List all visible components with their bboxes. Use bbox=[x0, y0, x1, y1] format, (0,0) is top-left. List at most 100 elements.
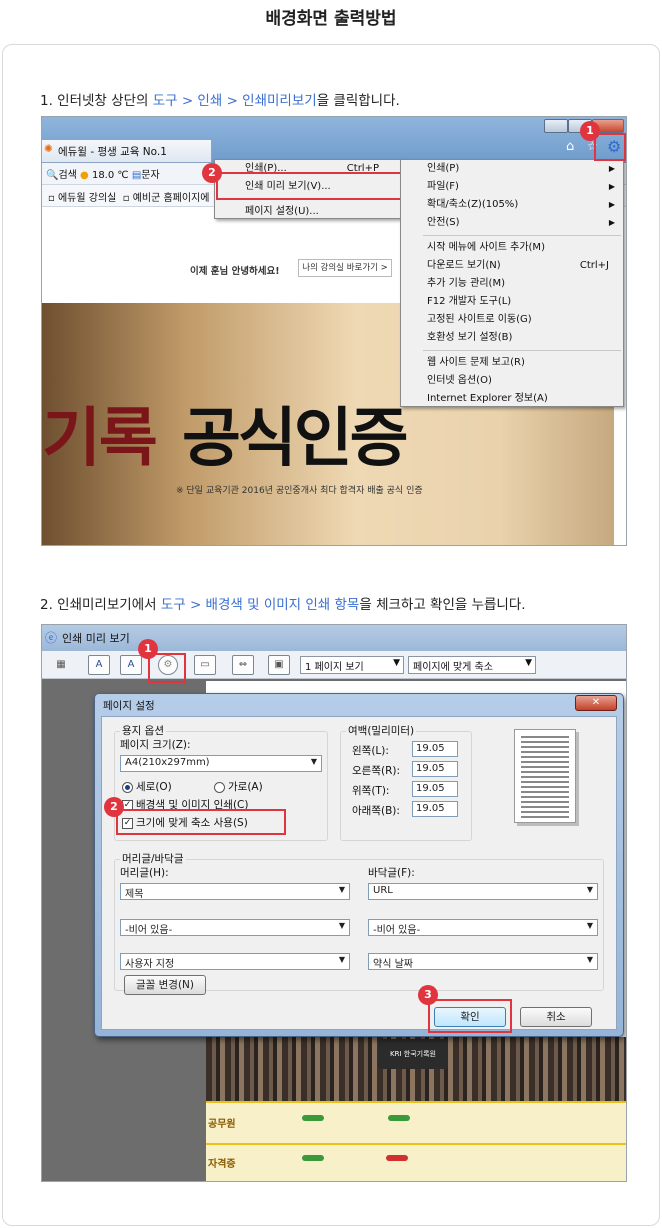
badge-pill bbox=[302, 1115, 324, 1121]
site-favicon: ✺ bbox=[44, 143, 53, 155]
minimize-button[interactable] bbox=[544, 119, 568, 133]
tools-print[interactable]: 인쇄(P) ▶ bbox=[401, 160, 623, 178]
category-row: 자격증 bbox=[206, 1143, 626, 1181]
chevron-down-icon: ▼ bbox=[338, 955, 345, 964]
header-footer-label: 머리글/바닥글 bbox=[120, 851, 186, 866]
change-font-button[interactable]: 글꼴 변경(N) bbox=[124, 975, 206, 995]
printer-icon[interactable]: ▦ bbox=[50, 655, 72, 675]
dialog-body: 용지 옵션 페이지 크기(Z): A4(210x297mm) ▼ 세로(O) 가로… bbox=[101, 716, 617, 1033]
tools-file[interactable]: 파일(F) ▶ bbox=[401, 178, 623, 196]
margin-right-label: 오른쪽(R): bbox=[352, 765, 401, 777]
tools-report-problem[interactable]: 웹 사이트 문제 보고(R) bbox=[401, 354, 623, 372]
portrait-icon[interactable]: A bbox=[88, 655, 110, 675]
margin-left-input[interactable]: 19.05 bbox=[412, 741, 458, 757]
step1-text: 1. 인터넷창 상단의 도구 > 인쇄 > 인쇄미리보기을 클릭합니다. bbox=[40, 89, 400, 109]
preview-line bbox=[521, 746, 569, 748]
submenu-arrow-icon: ▶ bbox=[608, 164, 615, 173]
step-badge-1: 1 bbox=[138, 639, 158, 659]
greeting-text: 이제 훈님 안녕하세요! bbox=[190, 266, 280, 277]
toolbar-text[interactable]: 문자 bbox=[141, 170, 159, 181]
header-select-2[interactable]: -비어 있음- ▼ bbox=[120, 919, 350, 936]
tools-compat-view[interactable]: 호환성 보기 설정(B) bbox=[401, 329, 623, 347]
toolbar-search[interactable]: 검색 bbox=[58, 170, 76, 181]
tools-addons[interactable]: 추가 기능 관리(M) bbox=[401, 275, 623, 293]
step2-suffix: 을 체크하고 확인을 누릅니다. bbox=[359, 597, 526, 613]
tools-print-label: 인쇄(P) bbox=[427, 163, 460, 174]
tools-devtools-label: F12 개발자 도구(L) bbox=[427, 296, 512, 307]
header-value-3: 사용자 지정 bbox=[125, 959, 175, 970]
page-size-label: 페이지 크기(Z): bbox=[120, 739, 191, 751]
preview-category-table: 공무원 자격증 bbox=[206, 1101, 626, 1181]
favorite-icon: ▫ bbox=[48, 193, 55, 204]
landscape-radio[interactable]: 가로(A) bbox=[214, 779, 263, 794]
margin-bottom-label: 아래쪽(B): bbox=[352, 805, 400, 817]
menu-separator bbox=[423, 235, 621, 236]
step-badge-3: 3 bbox=[418, 985, 438, 1005]
tools-safety[interactable]: 안전(S) ▶ bbox=[401, 214, 623, 232]
menu-page-setup-label: 페이지 설정(U)... bbox=[245, 206, 319, 217]
category-row: 공무원 bbox=[206, 1101, 626, 1141]
footer-select-2[interactable]: -비어 있음- ▼ bbox=[368, 919, 598, 936]
cancel-button[interactable]: 취소 bbox=[520, 1007, 592, 1027]
ie-titlebar: ⌂ ☆ ⚙ ✺ 에듀윌 - 평생 교육 No.1 bbox=[42, 117, 626, 163]
my-classroom-button[interactable]: 나의 강의실 바로가기 > bbox=[298, 259, 392, 277]
preview-line bbox=[521, 781, 569, 783]
tools-internet-options[interactable]: 인터넷 옵션(O) bbox=[401, 372, 623, 390]
step-badge-1: 1 bbox=[580, 121, 600, 141]
tools-add-to-start[interactable]: 시작 메뉴에 사이트 추가(M) bbox=[401, 239, 623, 257]
tools-about-ie[interactable]: Internet Explorer 정보(A) bbox=[401, 390, 623, 408]
full-page-icon[interactable]: ▣ bbox=[268, 655, 290, 675]
footer-value-2: -비어 있음- bbox=[373, 925, 421, 936]
chevron-down-icon: ▼ bbox=[586, 921, 593, 930]
chevron-down-icon: ▼ bbox=[586, 955, 593, 964]
page-view-select[interactable]: 1 페이지 보기 ▼ bbox=[300, 656, 404, 674]
hero-red-text: 기록 bbox=[42, 401, 158, 476]
header-label: 머리글(H): bbox=[120, 867, 169, 879]
margin-bottom-input[interactable]: 19.05 bbox=[412, 801, 458, 817]
landscape-icon[interactable]: A bbox=[120, 655, 142, 675]
preview-line bbox=[521, 816, 569, 818]
tab-title: 에듀윌 - 평생 교육 No.1 bbox=[58, 146, 167, 158]
footer-select-1[interactable]: URL ▼ bbox=[368, 883, 598, 900]
step2-prefix: 2. 인쇄미리보기에서 bbox=[40, 597, 161, 613]
tools-zoom-label: 확대/축소(Z)(105%) bbox=[427, 199, 519, 210]
screenshot-print-preview: ⓔ 인쇄 미리 보기 ▦ A A ⚙ ▭ ⇔ ▣ 1 페이지 보기 ▼ 페이지에 맞… bbox=[41, 624, 627, 1182]
tools-devtools[interactable]: F12 개발자 도구(L) bbox=[401, 293, 623, 311]
chevron-down-icon: ▼ bbox=[338, 921, 345, 930]
home-icon[interactable]: ⌂ bbox=[566, 139, 574, 154]
preview-line bbox=[521, 766, 569, 768]
submenu-arrow-icon: ▶ bbox=[608, 200, 615, 209]
margin-top-input[interactable]: 19.05 bbox=[412, 781, 458, 797]
header-select-1[interactable]: 제목 ▼ bbox=[120, 883, 350, 900]
badge-pill bbox=[386, 1155, 408, 1161]
margin-top-label: 위쪽(T): bbox=[352, 785, 390, 797]
margin-right-input[interactable]: 19.05 bbox=[412, 761, 458, 777]
menu-page-setup[interactable]: 페이지 설정(U)... bbox=[215, 203, 401, 221]
tools-zoom[interactable]: 확대/축소(Z)(105%) ▶ bbox=[401, 196, 623, 214]
header-value-1: 제목 bbox=[125, 889, 144, 900]
badge-pill bbox=[302, 1155, 324, 1161]
landscape-label: 가로(A) bbox=[228, 781, 263, 793]
chevron-down-icon: ▼ bbox=[393, 658, 400, 668]
tools-pinned-sites[interactable]: 고정된 사이트로 이동(G) bbox=[401, 311, 623, 329]
favorite-item-1[interactable]: 에듀윌 강의실 bbox=[58, 193, 116, 204]
submenu-arrow-icon: ▶ bbox=[608, 218, 615, 227]
preview-line bbox=[521, 796, 569, 798]
search-icon[interactable]: 🔍 bbox=[46, 170, 58, 181]
dialog-close-button[interactable]: ✕ bbox=[575, 695, 617, 711]
page-size-select[interactable]: A4(210x297mm) ▼ bbox=[120, 755, 322, 772]
footer-select-3[interactable]: 약식 날짜 ▼ bbox=[368, 953, 598, 970]
tools-downloads[interactable]: 다운로드 보기(N) Ctrl+J bbox=[401, 257, 623, 275]
favorite-item-2[interactable]: 예비군 홈페이지에 bbox=[133, 193, 210, 204]
tools-about-ie-label: Internet Explorer 정보(A) bbox=[427, 393, 548, 404]
header-footer-icon[interactable]: ▭ bbox=[194, 655, 216, 675]
portrait-radio[interactable]: 세로(O) bbox=[122, 779, 172, 794]
margins-label: 여백(밀리미터) bbox=[346, 723, 417, 738]
header-select-3[interactable]: 사용자 지정 ▼ bbox=[120, 953, 350, 970]
chevron-down-icon: ▼ bbox=[525, 658, 532, 668]
tools-pinned-sites-label: 고정된 사이트로 이동(G) bbox=[427, 314, 532, 325]
full-width-icon[interactable]: ⇔ bbox=[232, 655, 254, 675]
toolbar-weather[interactable]: 18.0 ℃ bbox=[92, 170, 129, 181]
browser-tab[interactable]: ✺ 에듀윌 - 평생 교육 No.1 bbox=[42, 139, 212, 163]
fit-select[interactable]: 페이지에 맞게 축소 ▼ bbox=[408, 656, 536, 674]
